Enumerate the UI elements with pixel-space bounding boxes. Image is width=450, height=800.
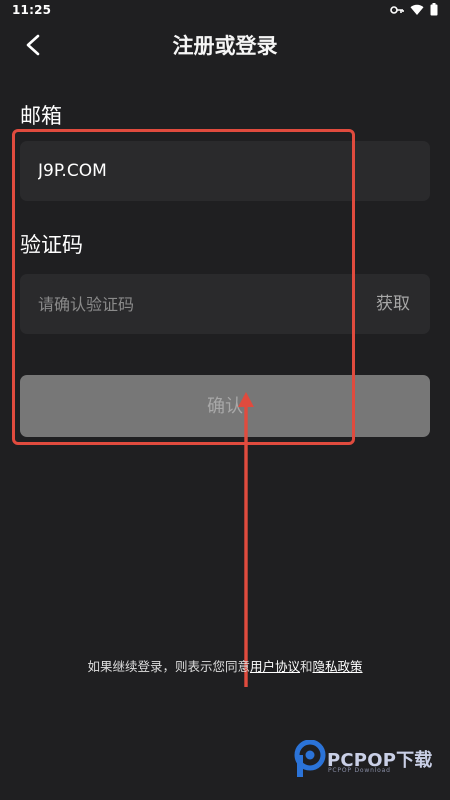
verification-code-input[interactable]: [20, 274, 350, 334]
verification-code-field-container: 获取: [20, 274, 430, 334]
agreement-connector: 和: [300, 659, 313, 674]
agreement-text: 如果继续登录，则表示您同意用户协议和隐私政策: [0, 658, 450, 676]
watermark-text: PCPOP下载: [327, 750, 433, 771]
watermark-logo-icon: [294, 740, 326, 777]
confirm-button[interactable]: 确认: [20, 375, 430, 437]
email-label: 邮箱: [20, 104, 62, 128]
wifi-icon: [410, 4, 424, 16]
get-code-button[interactable]: 获取: [376, 274, 410, 334]
header: 注册或登录: [0, 24, 450, 68]
key-icon: [390, 5, 404, 15]
verification-code-label: 验证码: [20, 233, 83, 257]
email-input[interactable]: [20, 141, 430, 201]
status-icons: [390, 3, 438, 16]
agreement-prefix: 如果继续登录，则表示您同意: [87, 659, 250, 674]
privacy-policy-link[interactable]: 隐私政策: [313, 659, 363, 674]
watermark-subtext: PCPOP Download: [328, 767, 391, 774]
user-agreement-link[interactable]: 用户协议: [250, 659, 300, 674]
page-title: 注册或登录: [172, 34, 278, 58]
status-time: 11:25: [12, 3, 52, 17]
status-bar: 11:25: [0, 0, 450, 20]
battery-icon: [430, 3, 438, 16]
email-field-container: [20, 141, 430, 201]
watermark: PCPOP下载 PCPOP Download: [294, 740, 434, 780]
